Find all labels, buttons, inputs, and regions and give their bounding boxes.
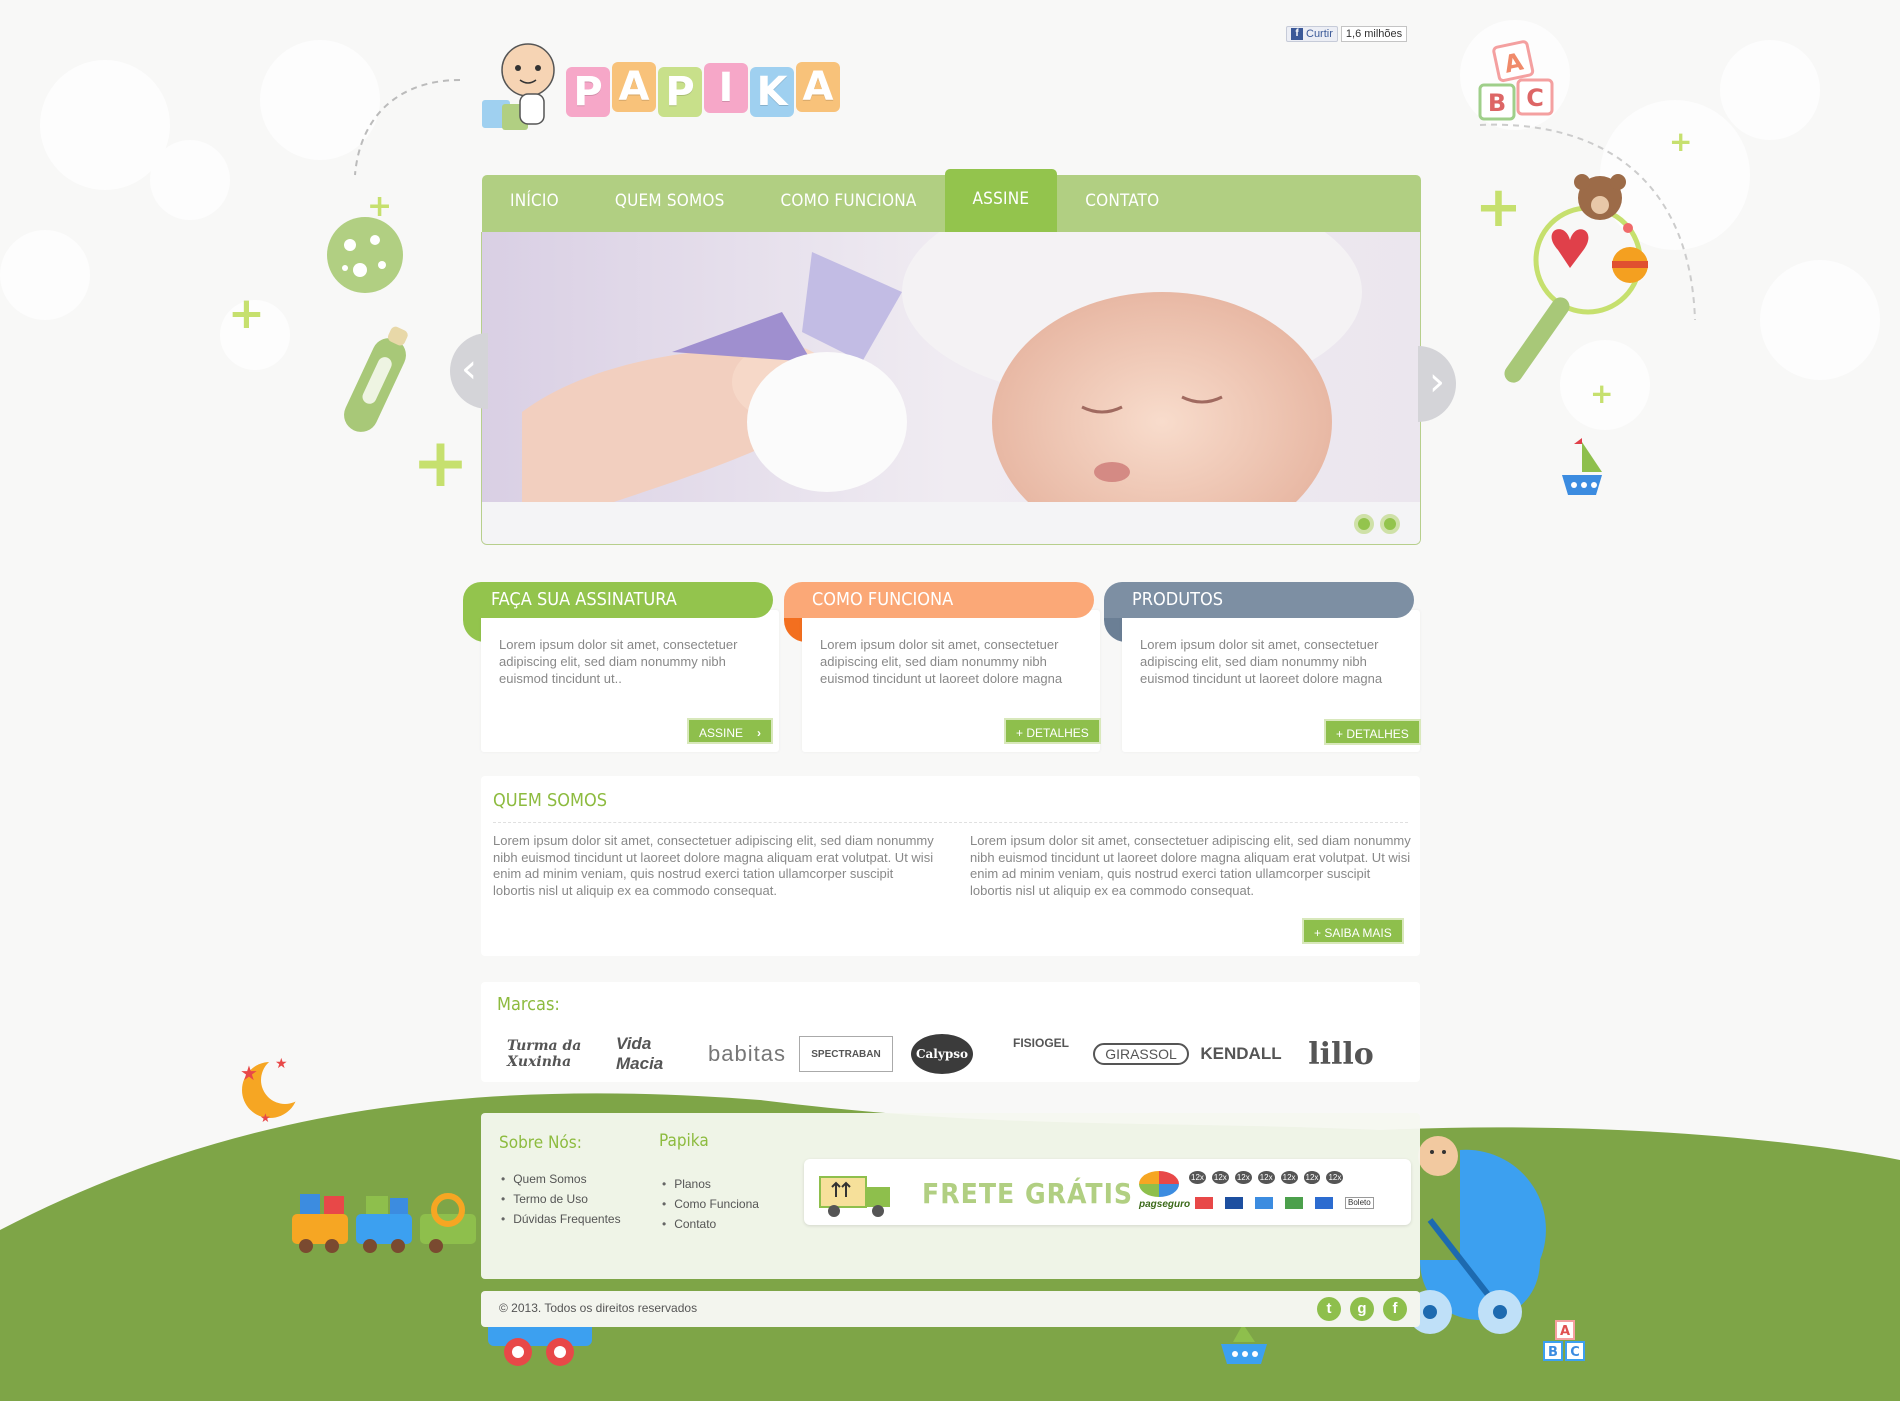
main-nav: INÍCIO QUEM SOMOS COMO FUNCIONA ASSINE C… [482, 169, 1421, 232]
nav-item-assine[interactable]: ASSINE [944, 169, 1058, 232]
brand-logo-kendall[interactable]: KENDALL [1193, 1034, 1289, 1074]
boleto-icon: Boleto [1345, 1197, 1374, 1209]
feature-box-como-funciona: COMO FUNCIONA Lorem ipsum dolor sit amet… [784, 582, 1101, 752]
papika-logo[interactable]: P A P I K A [480, 42, 860, 137]
footer-papika-links: Planos Como Funciona Contato [662, 1174, 759, 1234]
copyright-text: © 2013. Todos os direitos reservados [499, 1301, 698, 1315]
facebook-icon: f [1291, 28, 1303, 40]
footer-sobre-links: Quem Somos Termo de Uso Dúvidas Frequent… [501, 1169, 621, 1229]
card-icon [1285, 1197, 1303, 1209]
svg-text:C: C [1526, 84, 1544, 112]
brands-section: Marcas: Turma da Xuxinha Vida Macia babi… [481, 982, 1420, 1082]
detalhes-button[interactable]: + DETALHES [1004, 718, 1101, 744]
card-icon [1225, 1197, 1243, 1209]
footer-link-como-funciona[interactable]: Como Funciona [662, 1194, 759, 1214]
footer-link-duvidas[interactable]: Dúvidas Frequentes [501, 1209, 620, 1229]
svg-text:B: B [1548, 1345, 1558, 1360]
copyright-bar: © 2013. Todos os direitos reservados t g… [481, 1291, 1420, 1327]
slide-dot-1[interactable] [1354, 514, 1374, 534]
brand-logo-girassol[interactable]: GIRASSOL [1093, 1043, 1189, 1065]
chevron-left-icon: ‹ [461, 346, 477, 392]
svg-text:★: ★ [240, 1061, 258, 1085]
facebook-icon[interactable]: f [1383, 1297, 1407, 1321]
toys-right-illustration: A B C [1478, 40, 1696, 495]
shipping-payment-banner: FRETE GRÁTIS pagseguro 12x 12x 12x 12x 1… [804, 1159, 1411, 1225]
svg-text:★: ★ [260, 1111, 271, 1125]
brand-logo-spectraban[interactable]: SPECTRABAN [799, 1036, 893, 1072]
slide-dot-2[interactable] [1380, 514, 1400, 534]
divider [493, 822, 1408, 823]
brand-logo-vida-macia[interactable]: Vida Macia [616, 1034, 696, 1074]
nav-item-inicio[interactable]: INÍCIO [482, 175, 587, 232]
plus-icon: + [228, 288, 265, 339]
facebook-like-widget: f Curtir 1,6 milhões [1286, 26, 1408, 42]
frete-gratis-label: FRETE GRÁTIS [922, 1177, 1134, 1210]
card-icon [1315, 1197, 1333, 1209]
footer-link-termo-de-uso[interactable]: Termo de Uso [501, 1189, 621, 1209]
section-title: QUEM SOMOS [493, 790, 607, 811]
svg-text:★: ★ [275, 1056, 288, 1072]
like-count: 1,6 milhões [1340, 26, 1408, 42]
brand-logo-lillo[interactable]: lillo [1301, 1034, 1381, 1074]
brand-logo-calypso[interactable]: Calypso [911, 1034, 973, 1074]
abc-blocks-small: A B C [1543, 1320, 1585, 1361]
nav-item-quem-somos[interactable]: QUEM SOMOS [587, 175, 753, 232]
hero-slider[interactable] [481, 232, 1421, 545]
svg-text:B: B [1488, 89, 1506, 117]
saiba-mais-button[interactable]: + SAIBA MAIS [1302, 918, 1404, 944]
assine-button[interactable]: ASSINE › [687, 718, 773, 744]
brands-title: Marcas: [497, 994, 560, 1015]
nav-item-como-funciona[interactable]: COMO FUNCIONA [753, 175, 945, 232]
brand-logo-xuxinha[interactable]: Turma da Xuxinha [507, 1034, 607, 1074]
brand-logo-babitas[interactable]: babitas [698, 1034, 796, 1074]
about-section: QUEM SOMOS Lorem ipsum dolor sit amet, c… [481, 776, 1420, 956]
toy-train-illustration [292, 1193, 476, 1253]
delivery-truck-icon [819, 1176, 890, 1217]
feature-box-text: Lorem ipsum dolor sit amet, consectetuer… [1140, 637, 1383, 686]
footer-sobre-title: Sobre Nós: [499, 1133, 582, 1153]
svg-text:C: C [1570, 1345, 1580, 1360]
feature-box-text: Lorem ipsum dolor sit amet, consectetuer… [499, 637, 738, 686]
twitter-icon[interactable]: t [1317, 1297, 1341, 1321]
slider-next-button[interactable]: › [1418, 346, 1456, 422]
pagseguro-logo [1139, 1171, 1179, 1197]
detalhes-button[interactable]: + DETALHES [1324, 719, 1421, 745]
footer: Sobre Nós: Quem Somos Termo de Uso Dúvid… [481, 1113, 1420, 1279]
payment-card-icons: Boleto [1195, 1197, 1374, 1209]
toys-left-illustration [327, 79, 461, 432]
moon-illustration: ★ ★ ★ [240, 1056, 309, 1125]
payment-methods: pagseguro 12x 12x 12x 12x 12x 12x 12x Bo… [1139, 1169, 1401, 1217]
chevron-right-icon: › [757, 726, 761, 740]
feature-box-assinatura: FAÇA SUA ASSINATURA Lorem ipsum dolor si… [463, 582, 779, 752]
footer-link-quem-somos[interactable]: Quem Somos [501, 1169, 621, 1189]
feature-box-produtos: PRODUTOS Lorem ipsum dolor sit amet, con… [1104, 582, 1421, 752]
feature-box-title: FAÇA SUA ASSINATURA [463, 582, 773, 618]
svg-text:A: A [1560, 1324, 1570, 1339]
facebook-like-button[interactable]: f Curtir [1286, 26, 1338, 42]
google-icon[interactable]: g [1350, 1297, 1374, 1321]
toy-car-illustration [488, 1320, 592, 1366]
footer-papika-title: Papika [659, 1131, 709, 1151]
about-text-col1: Lorem ipsum dolor sit amet, consectetuer… [493, 833, 934, 898]
about-text-col2: Lorem ipsum dolor sit amet, consectetuer… [970, 833, 1411, 898]
card-icon [1195, 1197, 1213, 1209]
footer-link-contato[interactable]: Contato [662, 1214, 759, 1234]
stroller-illustration [1408, 1136, 1546, 1334]
feature-box-text: Lorem ipsum dolor sit amet, consectetuer… [820, 637, 1063, 686]
card-icon [1255, 1197, 1273, 1209]
sleeping-baby-image [482, 232, 1420, 544]
footer-link-planos[interactable]: Planos [662, 1174, 759, 1194]
chevron-right-icon: › [1429, 359, 1445, 405]
installment-badges: 12x 12x 12x 12x 12x 12x 12x [1189, 1171, 1344, 1184]
toy-boat-illustration [1221, 1324, 1267, 1364]
brand-logo-fisiogel[interactable]: FISIOGEL [1001, 1034, 1081, 1074]
feature-box-title: PRODUTOS [1104, 582, 1414, 618]
baby-mascot [482, 43, 555, 130]
feature-box-title: COMO FUNCIONA [784, 582, 1094, 618]
nav-item-contato[interactable]: CONTATO [1057, 175, 1187, 232]
